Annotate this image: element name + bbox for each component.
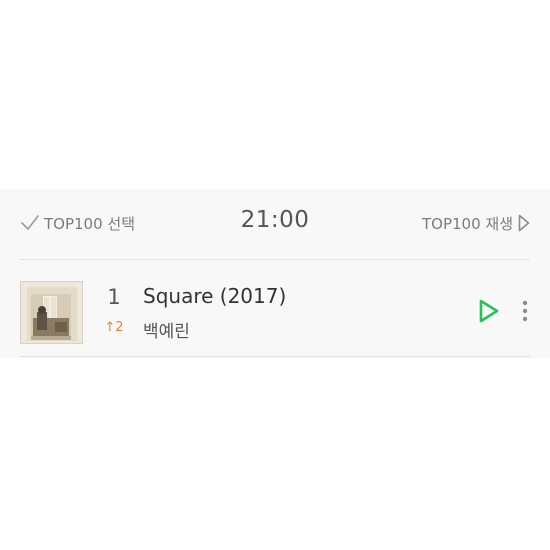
chart-panel: TOP100 선택 21:00 TOP100 재생 1 ↑2 Square (2… (0, 189, 550, 358)
play-all-label: TOP100 재생 (421, 214, 513, 233)
chart-row[interactable]: 1 ↑2 Square (2017) 백예린 (20, 269, 530, 357)
play-all-button[interactable]: TOP100 재생 (422, 211, 530, 235)
song-title[interactable]: Square (2017) (143, 284, 286, 308)
more-button[interactable] (518, 299, 532, 325)
chart-header: TOP100 선택 21:00 TOP100 재생 (20, 189, 530, 260)
rank-change: ↑2 (104, 320, 124, 335)
album-cover[interactable] (20, 281, 83, 344)
play-button[interactable] (478, 298, 500, 324)
more-vertical-icon (522, 300, 528, 322)
play-icon (479, 299, 499, 323)
rank-number: 1 (107, 285, 121, 309)
artist-name[interactable]: 백예린 (143, 317, 190, 342)
play-outline-icon (518, 214, 530, 232)
